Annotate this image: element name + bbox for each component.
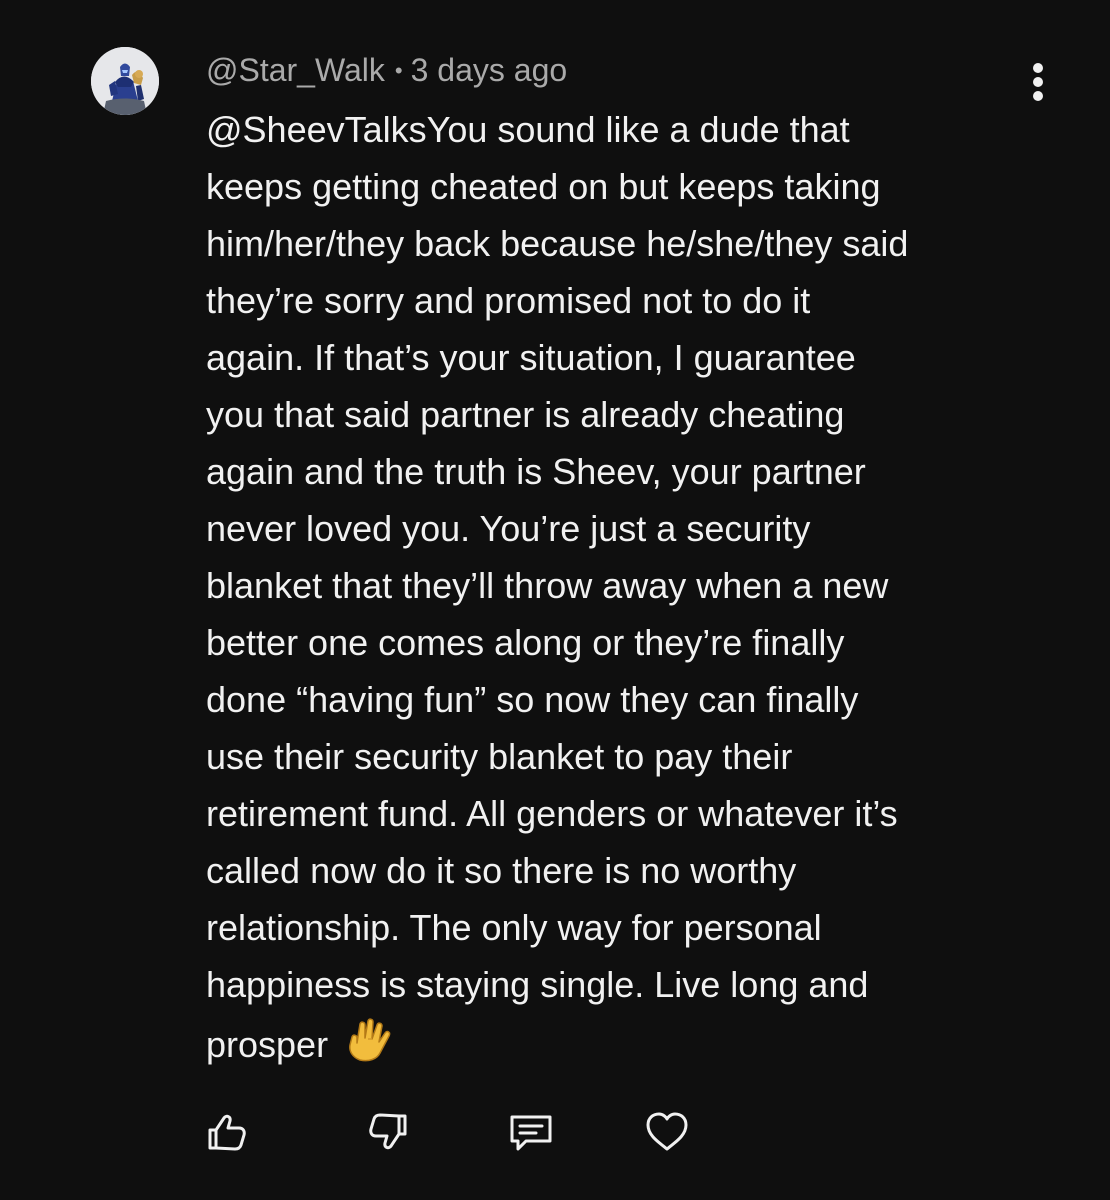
comment-line: @SheevTalksYou sound like a dude that (206, 109, 850, 150)
avatar-image (91, 47, 159, 115)
comment-icon (510, 1115, 552, 1151)
meta-separator: • (394, 58, 403, 83)
more-options-button[interactable] (1018, 58, 1060, 106)
comment-line: prosper (206, 1024, 329, 1065)
comment-line: called now do it so there is no worthy (206, 850, 797, 891)
comment-line: him/her/they back because he/she/they sa… (206, 223, 909, 264)
heart-button[interactable] (643, 1108, 691, 1156)
comment-line: better one comes along or they’re finall… (206, 622, 845, 663)
comment-line: retirement fund. All genders or whatever… (206, 793, 898, 834)
comment-timestamp[interactable]: 3 days ago (411, 52, 568, 88)
thumbs-up-icon (208, 1114, 246, 1151)
comment-line: done “having fun” so now they can finall… (206, 679, 859, 720)
comment-line: again. If that’s your situation, I guara… (206, 337, 856, 378)
comment-line: never loved you. You’re just a security (206, 508, 811, 549)
thumbs-down-icon (369, 1113, 407, 1150)
more-vertical-icon (1033, 91, 1043, 101)
comment-line: they’re sorry and promised not to do it (206, 280, 811, 321)
comment-line: blanket that they’ll throw away when a n… (206, 565, 889, 606)
comment-line: relationship. The only way for personal (206, 907, 822, 948)
comment-line: you that said partner is already cheatin… (206, 394, 845, 435)
comment-line: keeps getting cheated on but keeps takin… (206, 166, 881, 207)
more-vertical-icon (1033, 77, 1043, 87)
comment-line: again and the truth is Sheev, your partn… (206, 451, 866, 492)
reply-button[interactable] (507, 1108, 555, 1156)
more-vertical-icon (1033, 63, 1043, 73)
comment-line: use their security blanket to pay their (206, 736, 793, 777)
vulcan-salute-emoji (342, 1013, 394, 1081)
comment-text: @SheevTalksYou sound like a dude that ke… (206, 101, 1066, 1070)
comment-actions (0, 1108, 1110, 1158)
comment-line: happiness is staying single. Live long a… (206, 964, 869, 1005)
author-name[interactable]: @Star_Walk (206, 52, 385, 88)
comment-header: @Star_Walk • 3 days ago (206, 50, 567, 90)
avatar[interactable] (91, 47, 159, 115)
comment-thread: @Star_Walk • 3 days ago @SheevTalksYou sou… (0, 0, 1110, 1200)
heart-icon (646, 1112, 688, 1151)
dislike-button[interactable] (364, 1108, 412, 1156)
like-button[interactable] (203, 1108, 251, 1156)
comment-line-last: prosper (206, 1013, 1066, 1070)
